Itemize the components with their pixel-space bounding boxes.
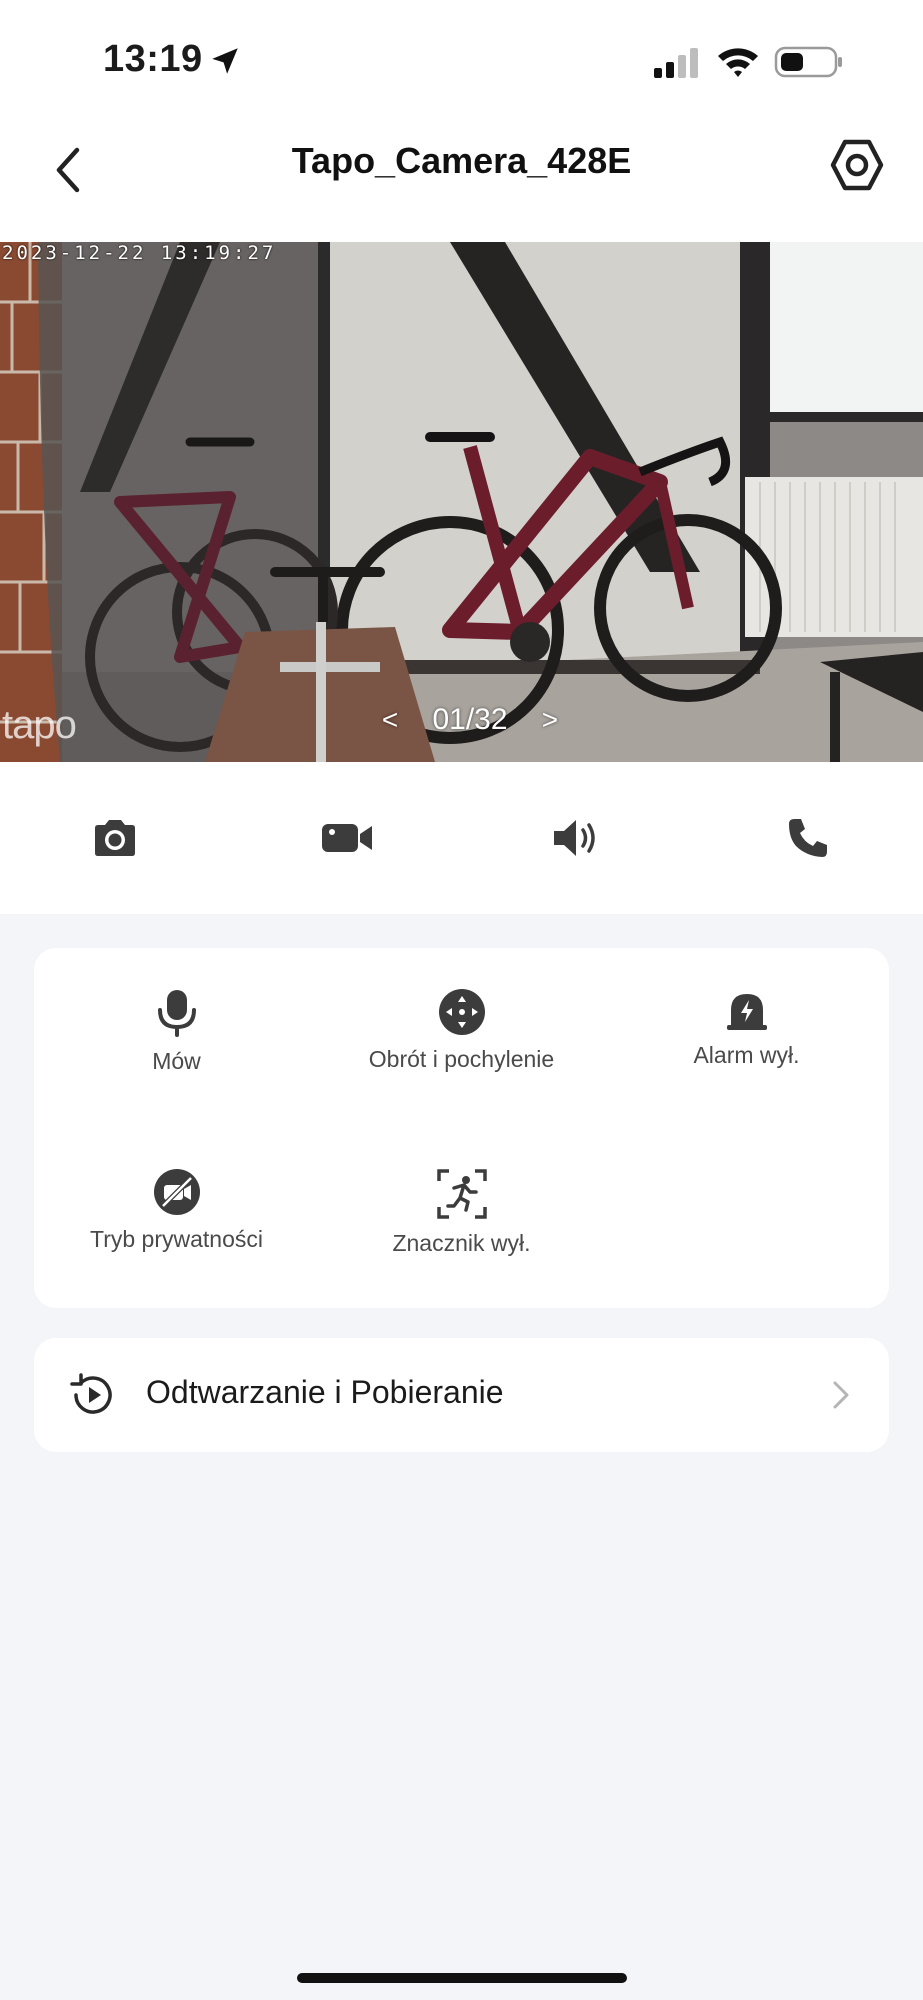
- settings-hexagon-icon: [830, 139, 884, 191]
- video-record-icon: [322, 824, 372, 852]
- record-button[interactable]: [307, 808, 387, 868]
- call-button[interactable]: [768, 808, 848, 868]
- chevron-left-icon: [56, 147, 80, 193]
- playback-download-row[interactable]: Odtwarzanie i Pobieranie: [34, 1338, 889, 1452]
- pan-tilt-icon: [438, 989, 485, 1035]
- camera-icon: [95, 820, 135, 856]
- settings-button[interactable]: [826, 134, 888, 196]
- pager-prev-button[interactable]: <: [370, 704, 410, 736]
- tapo-watermark: tapo: [2, 703, 77, 747]
- camera-pager: < 01/32 >: [370, 696, 570, 744]
- privacy-mode-label: Tryb prywatności: [90, 1226, 263, 1252]
- battery-icon: [774, 46, 842, 78]
- alarm-icon: [726, 994, 767, 1030]
- alarm-label: Alarm wył.: [693, 1042, 800, 1068]
- home-indicator[interactable]: [297, 1973, 627, 1983]
- cellular-signal-icon: [654, 48, 698, 78]
- motion-marker-label: Znacznik wył.: [392, 1230, 531, 1256]
- speaker-icon: [554, 820, 595, 856]
- page-title: Tapo_Camera_428E: [291, 140, 632, 181]
- camera-toolbar: [0, 762, 923, 914]
- nav-bar: Tapo_Camera_428E: [0, 120, 923, 242]
- motion-marker-icon: [436, 1169, 487, 1219]
- camera-video-feed[interactable]: 2023-12-22 13:19:27 tapo < 01/32 >: [0, 242, 923, 762]
- camera-scene-image: [0, 242, 923, 762]
- microphone-icon: [157, 990, 196, 1037]
- video-timestamp: 2023-12-22 13:19:27: [2, 242, 277, 264]
- back-button[interactable]: [40, 134, 96, 206]
- phone-icon: [789, 819, 827, 857]
- snapshot-button[interactable]: [75, 808, 155, 868]
- controls-card: Mów Obrót i pochylenie Alarm wył. Tryb p…: [34, 948, 889, 1308]
- privacy-mode-control[interactable]: Tryb prywatności: [34, 1128, 319, 1252]
- pan-tilt-label: Obrót i pochylenie: [368, 1046, 555, 1072]
- location-arrow-icon: [212, 48, 238, 74]
- status-time: 13:19: [103, 38, 203, 80]
- pan-tilt-control[interactable]: Obrót i pochylenie: [319, 948, 604, 1072]
- alarm-control[interactable]: Alarm wył.: [604, 948, 889, 1068]
- wifi-icon: [718, 48, 758, 77]
- pager-position: 01/32: [432, 703, 508, 736]
- playback-history-icon: [70, 1373, 112, 1414]
- chevron-right-icon: [833, 1381, 849, 1409]
- privacy-mode-icon: [153, 1169, 200, 1215]
- talk-control[interactable]: Mów: [34, 948, 319, 1074]
- pager-next-button[interactable]: >: [530, 704, 570, 736]
- motion-marker-control[interactable]: Znacznik wył.: [319, 1128, 604, 1256]
- playback-label: Odtwarzanie i Pobieranie: [146, 1374, 504, 1410]
- talk-label: Mów: [152, 1048, 201, 1074]
- audio-toggle-button[interactable]: [537, 808, 617, 868]
- status-bar: 13:19: [0, 0, 923, 120]
